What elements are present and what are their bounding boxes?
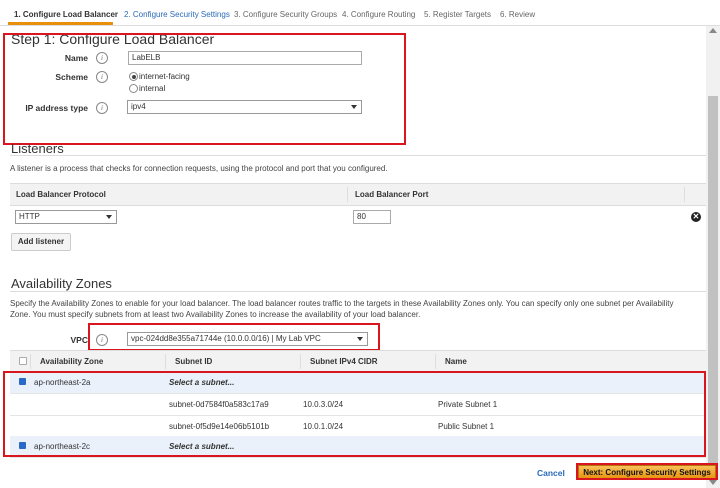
vpc-label: VPC xyxy=(70,335,88,345)
listener-protocol-value: HTTP xyxy=(19,212,40,221)
scheme-internal-label: internal xyxy=(139,84,166,93)
tab-configure-routing[interactable]: 4. Configure Routing xyxy=(342,10,415,19)
wizard-tabs: 1. Configure Load Balancer 2. Configure … xyxy=(0,0,720,30)
vertical-scrollbar[interactable] xyxy=(706,26,720,488)
cidr-column-header: Subnet IPv4 CIDR xyxy=(310,357,378,366)
scheme-label: Scheme xyxy=(55,72,88,82)
port-column-header: Load Balancer Port xyxy=(355,190,429,199)
name-label: Name xyxy=(64,53,88,63)
column-separator xyxy=(347,187,348,202)
name-input[interactable]: LabELB xyxy=(128,51,362,65)
ip-address-type-select[interactable]: ipv4 xyxy=(127,100,362,114)
cancel-link[interactable]: Cancel xyxy=(537,468,565,478)
listeners-title: Listeners xyxy=(11,141,64,156)
protocol-column-header: Load Balancer Protocol xyxy=(16,190,106,199)
scheme-internet-facing-radio[interactable] xyxy=(129,72,138,81)
chevron-down-icon xyxy=(351,105,357,109)
name-info-icon[interactable]: i xyxy=(96,52,108,64)
config-highlight-box xyxy=(3,33,406,145)
ip-address-type-label: IP address type xyxy=(25,103,88,113)
listeners-description: A listener is a process that checks for … xyxy=(10,164,388,173)
column-separator xyxy=(300,354,301,369)
ip-address-type-value: ipv4 xyxy=(131,102,146,111)
add-listener-button[interactable]: Add listener xyxy=(11,233,71,251)
listeners-divider xyxy=(10,155,706,156)
column-separator xyxy=(30,354,31,369)
column-separator xyxy=(684,187,685,202)
az-table-header: Availability Zone Subnet ID Subnet IPv4 … xyxy=(10,350,706,373)
ip-address-type-info-icon[interactable]: i xyxy=(96,102,108,114)
tab-review[interactable]: 6. Review xyxy=(500,10,535,19)
listener-port-input[interactable]: 80 xyxy=(353,210,391,224)
vpc-highlight-box xyxy=(88,323,380,351)
scheme-info-icon[interactable]: i xyxy=(96,71,108,83)
tab-configure-load-balancer[interactable]: 1. Configure Load Balancer xyxy=(14,10,118,19)
chevron-down-icon xyxy=(106,215,112,219)
tab-register-targets[interactable]: 5. Register Targets xyxy=(424,10,491,19)
scrollbar-thumb[interactable] xyxy=(708,96,718,476)
az-description-line2: Zone. You must specify subnets from at l… xyxy=(10,310,421,319)
listener-protocol-select[interactable]: HTTP xyxy=(15,210,117,224)
column-separator xyxy=(165,354,166,369)
scroll-up-arrow-icon[interactable] xyxy=(709,28,717,33)
availability-zones-title: Availability Zones xyxy=(11,276,112,291)
column-separator xyxy=(435,354,436,369)
subnet-highlight-box xyxy=(3,371,706,457)
name-column-header: Name xyxy=(445,357,467,366)
scheme-internet-facing-label: internet-facing xyxy=(139,72,190,81)
az-column-header: Availability Zone xyxy=(40,357,104,366)
tab-configure-security-groups[interactable]: 3. Configure Security Groups xyxy=(234,10,337,19)
tabs-divider xyxy=(0,25,720,26)
subnet-id-column-header: Subnet ID xyxy=(175,357,213,366)
listeners-table-header: Load Balancer Protocol Load Balancer Por… xyxy=(10,183,706,206)
scroll-down-arrow-icon[interactable] xyxy=(709,480,717,485)
select-all-checkbox[interactable] xyxy=(19,357,27,365)
scheme-internal-radio[interactable] xyxy=(129,84,138,93)
next-button-highlight-box xyxy=(576,463,718,480)
remove-listener-close-icon[interactable]: ✕ xyxy=(691,212,701,222)
az-divider xyxy=(10,291,706,292)
tab-configure-security-settings[interactable]: 2. Configure Security Settings xyxy=(124,10,230,19)
az-description-line1: Specify the Availability Zones to enable… xyxy=(10,299,674,308)
